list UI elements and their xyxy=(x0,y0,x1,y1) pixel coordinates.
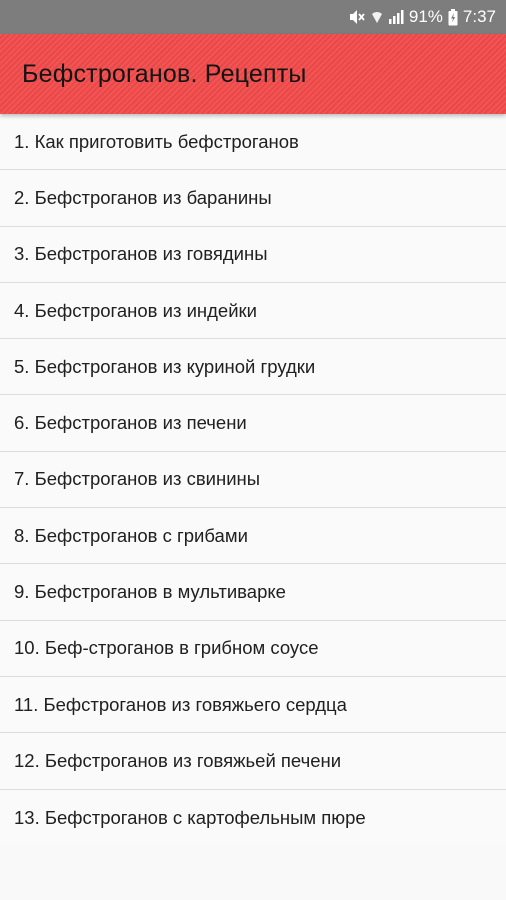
list-item[interactable]: 10. Беф-строганов в грибном соусе xyxy=(0,621,506,677)
wifi-icon xyxy=(371,9,383,25)
list-item[interactable]: 7. Бефстроганов из свинины xyxy=(0,452,506,509)
list-item[interactable]: 4. Бефстроганов из индейки xyxy=(0,283,506,340)
list-item[interactable]: 13. Бефстроганов с картофельным пюре xyxy=(0,790,506,846)
list-item[interactable]: 1. Как приготовить бефстроганов xyxy=(0,114,506,171)
list-item[interactable]: 6. Бефстроганов из печени xyxy=(0,395,506,452)
recipe-list: 1. Как приготовить бефстроганов 2. Бефстр… xyxy=(0,114,506,846)
battery-charging-icon xyxy=(448,8,458,26)
battery-percent: 91% xyxy=(408,7,443,26)
status-bar: 91% 7:37 xyxy=(0,0,506,34)
app-bar: Бефстроганов. Рецепты xyxy=(0,34,506,114)
list-item[interactable]: 5. Бефстроганов из куриной грудки xyxy=(0,339,506,396)
list-item[interactable]: 12. Бефстроганов из говяжьей печени xyxy=(0,733,506,790)
mute-icon xyxy=(348,9,366,25)
clock: 7:37 xyxy=(462,7,496,26)
list-item[interactable]: 8. Бефстроганов с грибами xyxy=(0,508,506,565)
list-item[interactable]: 9. Бефстроганов в мультиварке xyxy=(0,564,506,621)
signal-icon xyxy=(388,9,404,25)
list-item[interactable]: 11. Бефстроганов из говяжьего сердца xyxy=(0,677,506,734)
page-title: Бефстроганов. Рецепты xyxy=(22,59,307,88)
list-item[interactable]: 2. Бефстроганов из баранины xyxy=(0,170,506,227)
list-item[interactable]: 3. Бефстроганов из говядины xyxy=(0,227,506,283)
